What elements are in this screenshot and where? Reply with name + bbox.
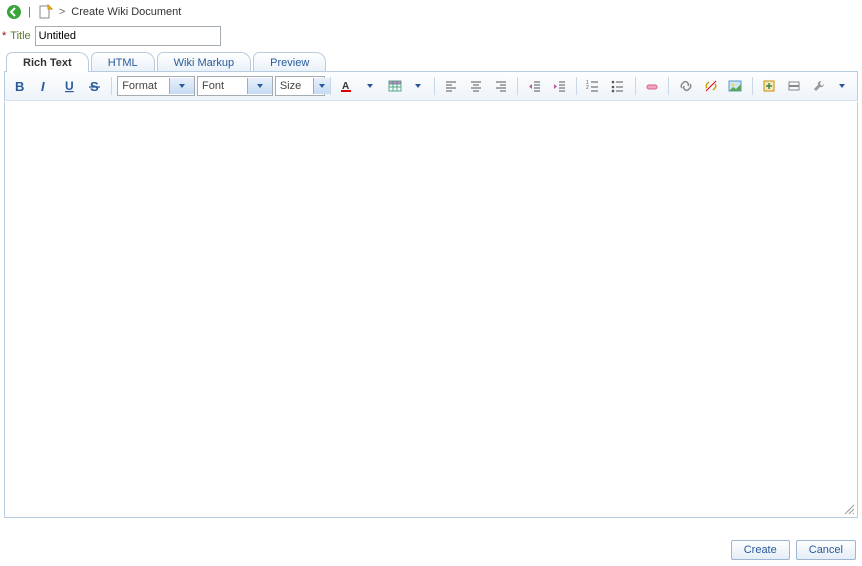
tab-wiki-markup[interactable]: Wiki Markup [157,52,252,72]
divider [111,77,112,95]
dropdown-icon [169,78,194,94]
font-select[interactable]: Font [197,76,273,96]
svg-text:2: 2 [586,85,589,91]
divider [576,77,577,95]
size-select-label: Size [276,80,305,92]
table-dropdown[interactable] [406,75,429,97]
editor-content-area[interactable] [4,102,858,518]
tools-button[interactable] [807,75,830,97]
dropdown-icon [247,78,272,94]
svg-text:B: B [15,79,24,93]
tab-preview[interactable]: Preview [253,52,326,72]
table-button[interactable] [383,75,406,97]
svg-text:I: I [41,79,45,93]
divider [668,77,669,95]
ordered-list-button[interactable]: 12 [582,75,605,97]
divider [517,77,518,95]
indent-button[interactable] [548,75,571,97]
create-button[interactable]: Create [731,540,790,560]
text-color-dropdown[interactable] [359,75,382,97]
svg-text:S: S [90,79,99,93]
remove-format-button[interactable] [641,75,664,97]
text-color-button[interactable]: A [336,75,359,97]
format-select[interactable]: Format [117,76,195,96]
svg-text:U: U [65,79,74,93]
align-center-button[interactable] [465,75,488,97]
divider [434,77,435,95]
horizontal-rule-button[interactable] [783,75,806,97]
tab-html[interactable]: HTML [91,52,155,72]
editor-toolbar: B I U S Format Font Size A 12 [4,71,858,101]
divider: | [28,6,31,18]
font-select-label: Font [198,80,228,92]
divider [752,77,753,95]
image-button[interactable] [724,75,747,97]
tools-dropdown[interactable] [830,75,853,97]
editor-tabs: Rich Text HTML Wiki Markup Preview [0,52,862,72]
required-marker: * [2,30,6,42]
size-select[interactable]: Size [275,76,325,96]
unlink-button[interactable] [699,75,722,97]
format-select-label: Format [118,80,161,92]
link-button[interactable] [674,75,697,97]
underline-button[interactable]: U [59,75,82,97]
gt-separator: > [59,6,65,18]
bold-button[interactable]: B [9,75,32,97]
divider [635,77,636,95]
cancel-button[interactable]: Cancel [796,540,856,560]
outdent-button[interactable] [523,75,546,97]
divider [330,77,331,95]
dropdown-icon [313,78,330,94]
title-label: Title [10,30,30,42]
back-icon[interactable] [6,4,22,20]
strikethrough-button[interactable]: S [83,75,106,97]
page-title: Create Wiki Document [71,6,181,18]
tab-rich-text[interactable]: Rich Text [6,52,89,72]
align-left-button[interactable] [440,75,463,97]
unordered-list-button[interactable] [607,75,630,97]
resize-handle-icon[interactable] [843,503,855,515]
italic-button[interactable]: I [34,75,57,97]
insert-component-button[interactable] [758,75,781,97]
align-right-button[interactable] [490,75,513,97]
new-document-icon[interactable] [37,4,53,20]
title-input[interactable] [35,26,221,46]
